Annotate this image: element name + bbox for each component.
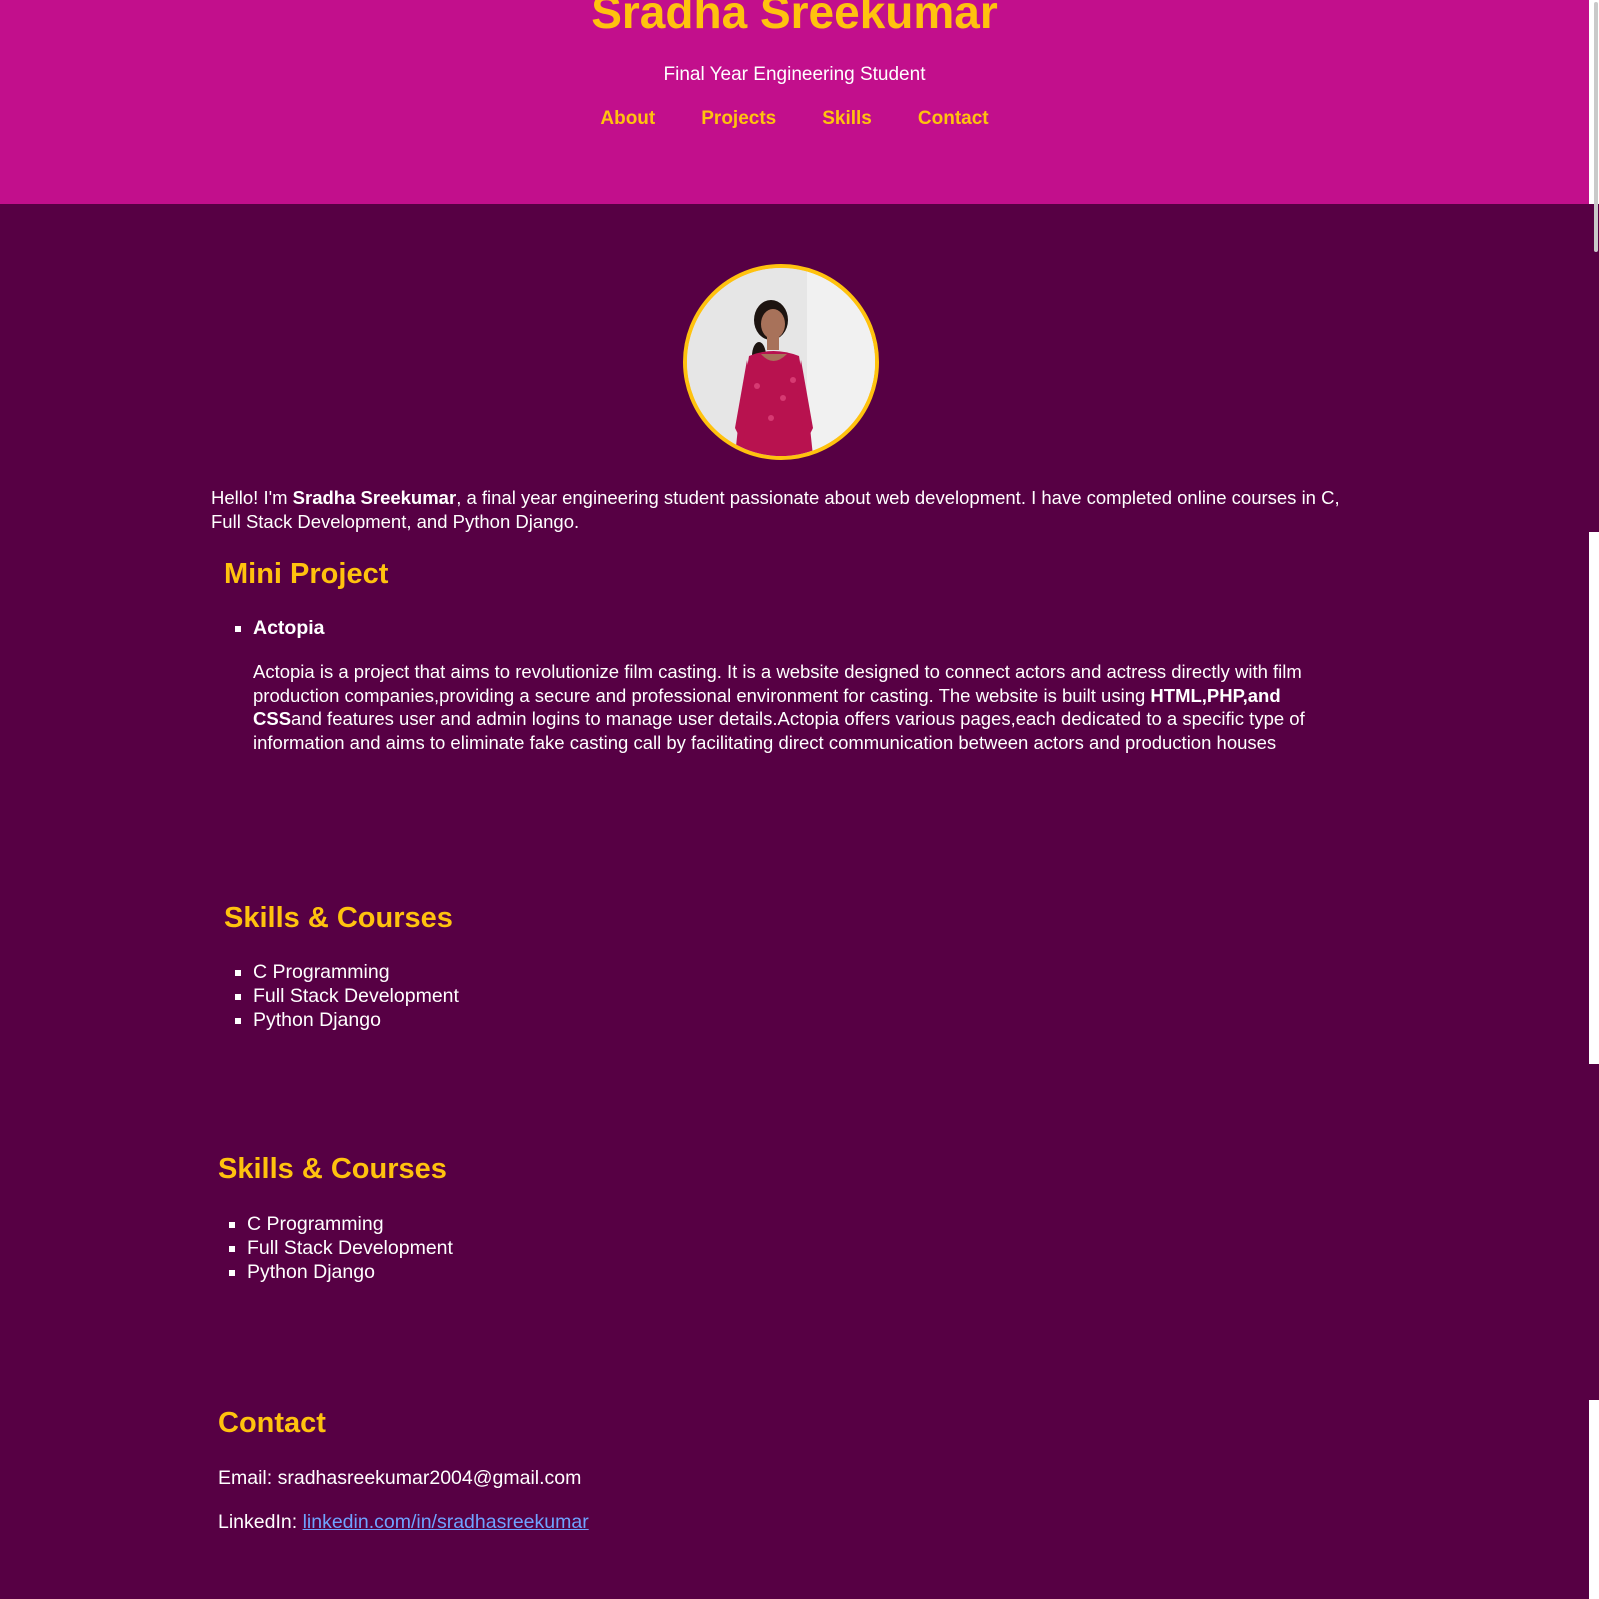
skill-item: C Programming [223, 1212, 453, 1236]
project-description-text: and features user and admin logins to ma… [253, 708, 1305, 753]
skills-list: C Programming Full Stack Development Pyt… [229, 960, 459, 1032]
linkedin-link[interactable]: linkedin.com/in/sradhasreekumar [303, 1511, 589, 1533]
contact-email: Email: sradhasreekumar2004@gmail.com [218, 1467, 581, 1490]
projects-heading: Mini Project [224, 558, 389, 590]
site-header: Sradha Sreekumar Final Year Engineering … [0, 0, 1589, 204]
skill-item: Full Stack Development [223, 1236, 453, 1260]
skill-item: Python Django [223, 1260, 453, 1284]
email-value: sradhasreekumar2004@gmail.com [277, 1467, 582, 1489]
project-description: Actopia is a project that aims to revolu… [253, 660, 1333, 754]
nav-link-projects[interactable]: Projects [701, 108, 776, 130]
skills-heading: Skills & Courses [224, 902, 453, 934]
project-name: Actopia [253, 617, 325, 639]
about-paragraph: Hello! I'm Sradha Sreekumar, a final yea… [211, 486, 1341, 534]
contact-heading: Contact [218, 1407, 326, 1439]
scrollbar-segment [1589, 1064, 1599, 1400]
about-name: Sradha Sreekumar [292, 487, 457, 508]
project-item: Actopia Actopia is a project that aims t… [229, 616, 1333, 754]
site-title: Sradha Sreekumar [591, 0, 998, 38]
projects-list: Actopia Actopia is a project that aims t… [229, 616, 1333, 754]
nav-link-contact[interactable]: Contact [918, 108, 989, 130]
nav-link-about[interactable]: About [600, 108, 655, 130]
skills-list-duplicate: C Programming Full Stack Development Pyt… [223, 1212, 453, 1284]
site-subtitle: Final Year Engineering Student [663, 64, 926, 85]
profile-photo [683, 264, 879, 460]
person-silhouette-icon [687, 268, 875, 456]
skill-item: Python Django [229, 1008, 459, 1032]
skills-heading-duplicate: Skills & Courses [218, 1153, 447, 1185]
page-scrollbar[interactable] [1589, 0, 1599, 1599]
skill-item: Full Stack Development [229, 984, 459, 1008]
about-intro-prefix: Hello! I'm [211, 487, 293, 508]
project-description-text: Actopia is a project that aims to revolu… [253, 661, 1302, 706]
contact-linkedin: LinkedIn: linkedin.com/in/sradhasreekuma… [218, 1511, 589, 1534]
main-nav: About Projects Skills Contact [0, 108, 1589, 130]
linkedin-label: LinkedIn: [218, 1511, 303, 1533]
email-label: Email: [218, 1467, 278, 1489]
skill-item: C Programming [229, 960, 459, 984]
scrollbar-thumb[interactable] [1594, 2, 1598, 252]
nav-link-skills[interactable]: Skills [822, 108, 872, 130]
scrollbar-segment [1589, 204, 1599, 532]
